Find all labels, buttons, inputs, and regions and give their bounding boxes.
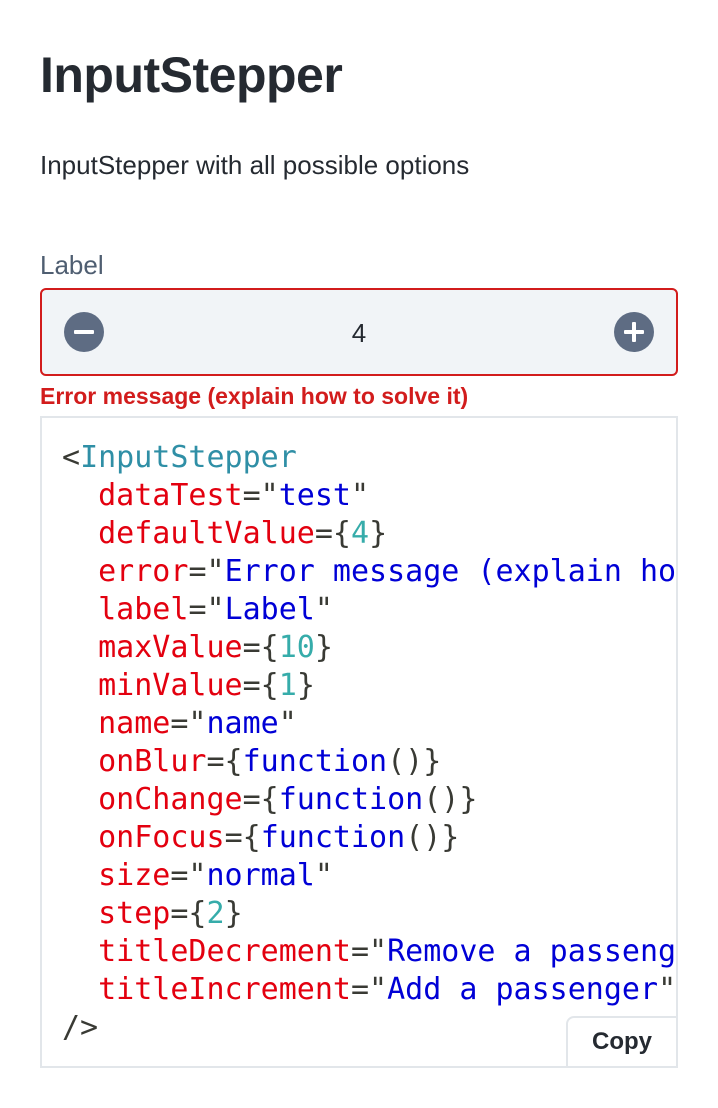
code-token: ={ <box>314 516 351 551</box>
copy-button[interactable]: Copy <box>566 1016 676 1066</box>
code-token: onBlur <box>98 744 207 779</box>
code-token: titleDecrement <box>98 934 351 969</box>
plus-circle-icon <box>624 322 644 342</box>
code-token: titleIncrement <box>98 972 351 1007</box>
code-line: step={2} <box>62 895 676 933</box>
code-token: ()} <box>387 744 442 779</box>
code-token: normal <box>206 858 315 893</box>
code-token: Add a passenger <box>387 972 659 1007</box>
code-line: onChange={function()} <box>62 781 676 819</box>
code-token: 10 <box>278 630 315 665</box>
code-line: titleIncrement="Add a passenger" <box>62 971 677 1009</box>
code-example: <InputStepper dataTest="test" defaultVal… <box>40 416 678 1068</box>
code-token: /> <box>62 1010 99 1045</box>
code-token: ()} <box>405 820 460 855</box>
code-token: < <box>62 440 81 475</box>
page-title: InputStepper <box>40 47 343 103</box>
code-token: ()} <box>423 782 478 817</box>
code-token: ={ <box>242 630 279 665</box>
code-token: =" <box>170 858 207 893</box>
code-token: InputStepper <box>80 440 297 475</box>
code-token: Remove a passenger <box>387 934 677 969</box>
code-line: dataTest="test" <box>62 477 676 515</box>
code-token: defaultValue <box>98 516 315 551</box>
code-token: test <box>278 478 351 513</box>
decrement-button[interactable] <box>64 312 104 352</box>
code-token: error <box>98 554 189 589</box>
code-token: ={ <box>170 896 207 931</box>
code-token: ={ <box>224 820 261 855</box>
code-token: =" <box>351 934 388 969</box>
code-token: function <box>260 820 406 855</box>
code-token: name <box>98 706 171 741</box>
code-token: =" <box>242 478 279 513</box>
code-line: name="name" <box>62 705 676 743</box>
code-token: onFocus <box>98 820 225 855</box>
code-token: 1 <box>278 668 297 703</box>
stepper-input[interactable] <box>122 290 596 376</box>
code-line: maxValue={10} <box>62 629 676 667</box>
code-token: =" <box>170 706 207 741</box>
error-message: Error message (explain how to solve it) <box>40 383 469 409</box>
code-token: function <box>278 782 424 817</box>
code-token: ={ <box>242 782 279 817</box>
code-token: " <box>658 972 677 1007</box>
code-token: } <box>224 896 243 931</box>
code-token: " <box>314 858 333 893</box>
code-token: =" <box>188 592 225 627</box>
increment-button[interactable] <box>614 312 654 352</box>
code-line: minValue={1} <box>62 667 676 705</box>
code-token: size <box>98 858 171 893</box>
code-token: Error message (explain how to solve it) <box>224 554 677 589</box>
code-line: size="normal" <box>62 857 676 895</box>
code-token: 4 <box>351 516 370 551</box>
code-line: titleDecrement="Remove a passenger" <box>62 933 677 971</box>
code-line: onBlur={function()} <box>62 743 676 781</box>
code-token: } <box>369 516 388 551</box>
minus-circle-icon <box>74 330 94 334</box>
code-token: =" <box>188 554 225 589</box>
code-line: <InputStepper <box>62 439 676 477</box>
code-block: <InputStepper dataTest="test" defaultVal… <box>62 439 677 1047</box>
input-stepper <box>40 288 678 376</box>
page-description: InputStepper with all possible options <box>40 150 470 180</box>
code-line: error="Error message (explain how to sol… <box>62 553 677 591</box>
code-token: } <box>296 668 315 703</box>
code-token: ={ <box>206 744 243 779</box>
code-token: } <box>314 630 333 665</box>
code-token: label <box>98 592 189 627</box>
code-token: minValue <box>98 668 243 703</box>
code-token: " <box>278 706 297 741</box>
code-token: " <box>351 478 370 513</box>
code-token: Label <box>224 592 315 627</box>
code-token: dataTest <box>98 478 243 513</box>
code-token: function <box>242 744 388 779</box>
code-token: =" <box>351 972 388 1007</box>
code-line: defaultValue={4} <box>62 515 676 553</box>
code-line: label="Label" <box>62 591 676 629</box>
stepper-label: Label <box>40 250 104 280</box>
code-token: name <box>206 706 279 741</box>
code-token: " <box>314 592 333 627</box>
code-token: onChange <box>98 782 243 817</box>
code-token: maxValue <box>98 630 243 665</box>
code-token: step <box>98 896 171 931</box>
code-line: onFocus={function()} <box>62 819 676 857</box>
code-token: 2 <box>206 896 225 931</box>
code-token: ={ <box>242 668 279 703</box>
